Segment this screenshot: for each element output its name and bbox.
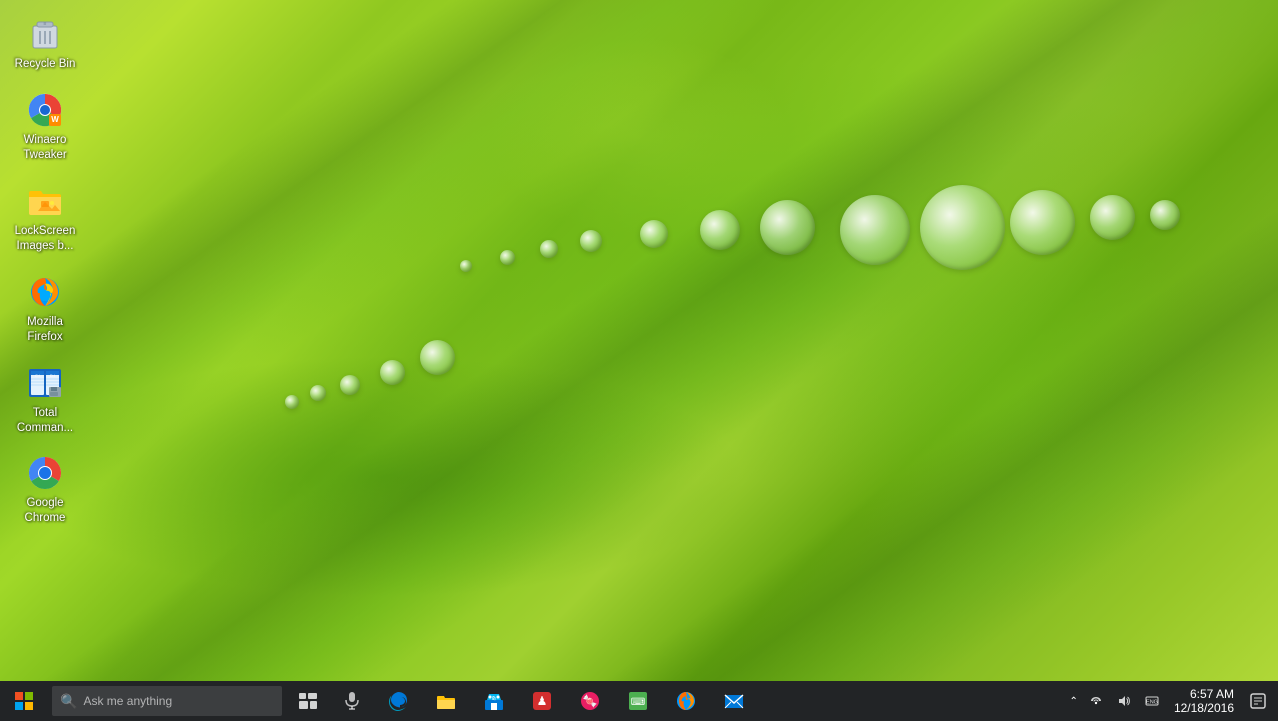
- svg-text:D:\: D:\: [50, 373, 56, 378]
- app1-icon: ♟: [531, 690, 553, 712]
- search-icon: 🔍: [60, 693, 77, 710]
- desktop-icon-google-chrome[interactable]: Google Chrome: [5, 449, 85, 530]
- lockscreen-images-label: LockScreen Images b...: [9, 224, 81, 254]
- system-clock[interactable]: 6:57 AM 12/18/2016: [1166, 681, 1242, 721]
- total-commander-icon: C:\ D:\: [25, 363, 65, 403]
- firefox-taskbar-icon: [675, 690, 697, 712]
- notification-center-button[interactable]: [1242, 681, 1274, 721]
- app2-icon: 🍬: [579, 690, 601, 712]
- language-icon[interactable]: ENG: [1138, 681, 1166, 721]
- windows-logo-icon: [15, 692, 33, 710]
- recycle-bin-label: Recycle Bin: [15, 57, 76, 72]
- taskbar-app-file-explorer[interactable]: [422, 681, 470, 721]
- taskbar-apps: 🛍 ♟ 🍬 ⌨: [374, 681, 1066, 721]
- task-view-button[interactable]: [286, 681, 330, 721]
- app3-icon: ⌨: [627, 690, 649, 712]
- desktop-icon-mozilla-firefox[interactable]: Mozilla Firefox: [5, 268, 85, 349]
- taskbar-app-app1[interactable]: ♟: [518, 681, 566, 721]
- network-icon[interactable]: [1082, 681, 1110, 721]
- taskbar-app-app2[interactable]: 🍬: [566, 681, 614, 721]
- taskbar: 🔍 Ask me anything: [0, 681, 1278, 721]
- mozilla-firefox-icon: [25, 272, 65, 312]
- desktop-icon-recycle-bin[interactable]: ≡ Recycle Bin: [5, 10, 85, 76]
- volume-icon[interactable]: [1110, 681, 1138, 721]
- taskbar-app-app3[interactable]: ⌨: [614, 681, 662, 721]
- taskbar-system: ⌃ ENG: [1066, 681, 1278, 721]
- store-icon: 🛍: [483, 690, 505, 712]
- svg-text:W: W: [51, 115, 59, 124]
- tray-expand-button[interactable]: ⌃: [1066, 696, 1082, 707]
- mail-icon: [723, 690, 745, 712]
- svg-text:🛍: 🛍: [491, 696, 496, 701]
- svg-text:♟: ♟: [537, 694, 548, 708]
- google-chrome-icon: [25, 453, 65, 493]
- clock-date: 12/18/2016: [1174, 701, 1234, 715]
- taskbar-search[interactable]: 🔍 Ask me anything: [52, 686, 282, 716]
- svg-text:≡: ≡: [44, 21, 47, 27]
- svg-text:C:\: C:\: [35, 373, 41, 378]
- winaero-tweaker-icon: W: [25, 90, 65, 130]
- start-button[interactable]: [0, 681, 48, 721]
- google-chrome-label: Google Chrome: [9, 496, 81, 526]
- microphone-button[interactable]: [330, 681, 374, 721]
- droplets-layer: [0, 0, 1278, 681]
- task-view-icon: [299, 693, 317, 709]
- desktop-icon-lockscreen-images[interactable]: LockScreen Images b...: [5, 177, 85, 258]
- taskbar-app-firefox[interactable]: [662, 681, 710, 721]
- taskbar-app-mail[interactable]: [710, 681, 758, 721]
- desktop-icons: ≡ Recycle Bin W: [0, 5, 90, 535]
- svg-text:🍬: 🍬: [583, 694, 598, 708]
- desktop-icon-winaero-tweaker[interactable]: W Winaero Tweaker: [5, 86, 85, 167]
- clock-time: 6:57 AM: [1190, 687, 1234, 701]
- taskbar-app-store[interactable]: 🛍: [470, 681, 518, 721]
- lockscreen-images-icon: [25, 181, 65, 221]
- desktop-icon-total-commander[interactable]: C:\ D:\ Total Comman...: [5, 359, 85, 440]
- notification-icon: [1250, 693, 1266, 709]
- taskbar-app-edge[interactable]: [374, 681, 422, 721]
- search-placeholder: Ask me anything: [83, 694, 172, 708]
- recycle-bin-icon: ≡: [25, 14, 65, 54]
- desktop: ≡ Recycle Bin W: [0, 0, 1278, 681]
- edge-icon: [387, 690, 409, 712]
- total-commander-label: Total Comman...: [9, 406, 81, 436]
- svg-text:ENG: ENG: [1146, 700, 1158, 706]
- file-explorer-icon: [435, 690, 457, 712]
- winaero-tweaker-label: Winaero Tweaker: [9, 133, 81, 163]
- system-tray: ENG: [1082, 681, 1166, 721]
- microphone-icon: [345, 692, 359, 710]
- mozilla-firefox-label: Mozilla Firefox: [9, 315, 81, 345]
- svg-text:⌨: ⌨: [631, 697, 645, 708]
